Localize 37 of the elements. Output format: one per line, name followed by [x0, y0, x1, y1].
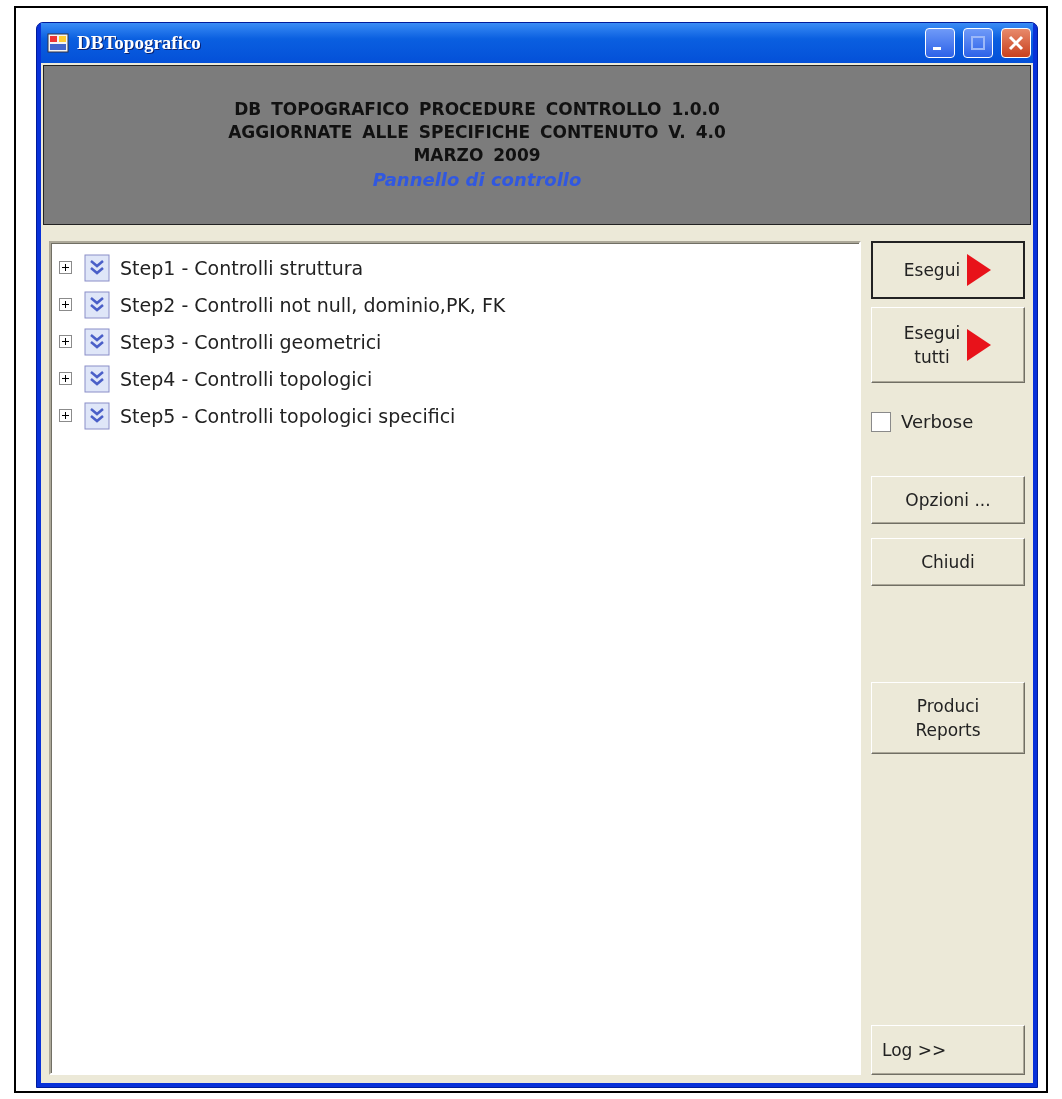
plus-icon[interactable] — [59, 261, 72, 274]
action-button[interactable]: Esegui — [871, 241, 1025, 299]
header-text: DB TOPOGRAFICO PROCEDURE CONTROLLO 1.0.0 — [234, 97, 720, 121]
play-icon — [966, 328, 993, 362]
plus-icon[interactable] — [59, 298, 72, 311]
chevron-down-icon — [84, 327, 110, 356]
tree-item[interactable]: Step1 - Controlli struttura — [120, 256, 364, 279]
tree-item[interactable]: Step3 - Controlli geometrici — [120, 330, 382, 353]
action-button[interactable]: Chiudi — [871, 538, 1025, 586]
plus-icon[interactable] — [59, 409, 72, 422]
window-title: DBTopografico — [77, 32, 202, 54]
header-subtitle: Pannello di controllo — [372, 167, 582, 192]
app-icon — [47, 33, 69, 53]
header-text: MARZO 2009 — [413, 143, 541, 167]
chevron-down-icon — [84, 290, 110, 319]
chevron-down-icon — [84, 364, 110, 393]
action-button[interactable]: Produci Reports — [871, 682, 1025, 754]
minimize-icon — [933, 46, 941, 50]
action-button[interactable]: Esegui tutti — [871, 307, 1025, 383]
checkbox-label: Verbose — [901, 411, 974, 432]
action-button[interactable]: Log >> — [871, 1025, 1025, 1075]
plus-icon[interactable] — [59, 372, 72, 385]
maximize-icon — [971, 36, 985, 50]
chevron-down-icon — [84, 253, 110, 282]
tree-item[interactable]: Step5 - Controlli topologici specifici — [120, 404, 456, 427]
play-icon — [966, 253, 993, 287]
tree-item[interactable]: Step2 - Controlli not null, dominio,PK, FK — [120, 293, 506, 316]
action-button[interactable]: Opzioni ... — [871, 476, 1025, 524]
close-icon — [1008, 35, 1024, 51]
header-text: AGGIORNATE ALLE SPECIFICHE CONTENUTO V. 4.0 — [228, 120, 726, 144]
minimize-button[interactable] — [925, 28, 955, 58]
plus-icon[interactable] — [59, 335, 72, 348]
chevron-down-icon — [84, 401, 110, 430]
verbose-checkbox[interactable] — [871, 411, 891, 432]
close-button[interactable] — [1001, 28, 1031, 58]
tree-item[interactable]: Step4 - Controlli topologici — [120, 367, 373, 390]
maximize-button[interactable] — [963, 28, 993, 58]
